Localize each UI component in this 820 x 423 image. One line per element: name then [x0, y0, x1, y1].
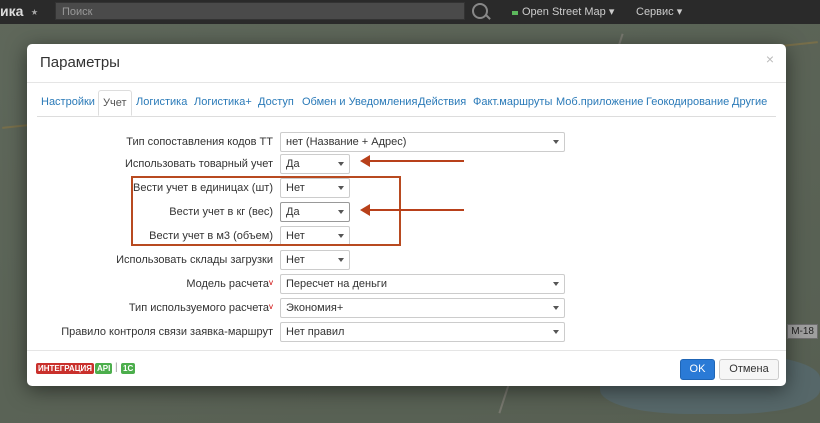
form-row: Модель расчетаv Пересчет на деньги [27, 274, 786, 296]
calculation-type-select[interactable]: Экономия+ [280, 298, 565, 318]
chevron-down-icon [553, 306, 559, 310]
tab-logistics-plus[interactable]: Логистика+ [190, 90, 256, 116]
form-row: Использовать товарный учет Да [27, 154, 786, 176]
required-mark: v [269, 278, 273, 287]
chevron-down-icon [338, 258, 344, 262]
field-label-text: Использовать склады загрузки [116, 254, 273, 266]
ok-button[interactable]: OK [680, 359, 715, 380]
form-row: Правило контроля связи заявка-маршрут Не… [27, 322, 786, 344]
annotation-arrow [360, 155, 464, 167]
dialog-title: Параметры [40, 54, 120, 71]
top-navbar: ика ⭑ Поиск Open Street Map ▾ Сервис ▾ [0, 0, 820, 24]
goods-accounting-select[interactable]: Да [280, 154, 350, 174]
dialog-header: Параметры × [27, 44, 786, 83]
annotation-arrow [360, 204, 464, 216]
tab-mobile-app[interactable]: Моб.приложение [552, 90, 647, 116]
user-menu[interactable] [705, 5, 795, 17]
integration-badge[interactable]: ИНТЕГРАЦИЯ [36, 363, 95, 374]
1c-badge[interactable]: 1C [121, 363, 136, 374]
field-label-text: Использовать товарный учет [124, 158, 273, 170]
field-label: Тип сопоставления кодов ТТ [126, 136, 273, 148]
map-provider-dropdown[interactable]: Open Street Map ▾ [512, 5, 614, 18]
calculation-model-select[interactable]: Пересчет на деньги [280, 274, 565, 294]
select-value: Экономия+ [286, 302, 344, 314]
chevron-down-icon [553, 330, 559, 334]
cancel-button[interactable]: Отмена [719, 359, 779, 380]
close-icon[interactable]: × [766, 51, 774, 67]
chevron-down-icon [553, 140, 559, 144]
field-label-text: Модель расчета [186, 278, 269, 290]
select-value: Нет [286, 254, 305, 266]
tab-geocoding[interactable]: Геокодирование [642, 90, 733, 116]
share-icon[interactable]: ⭑ [31, 4, 38, 20]
route-control-rule-select[interactable]: Нет правил [280, 322, 565, 342]
field-label: Использовать склады загрузки [116, 254, 273, 266]
form-row: Тип используемого расчетаv Экономия+ [27, 298, 786, 320]
tab-settings[interactable]: Настройки [37, 90, 99, 116]
field-label-text: Тип сопоставления кодов ТТ [126, 136, 273, 148]
tab-fact-routes[interactable]: Факт.маршруты [469, 90, 556, 116]
field-label: Модель расчетаv [186, 278, 273, 290]
chevron-down-icon [338, 162, 344, 166]
tab-logistics[interactable]: Логистика [132, 90, 191, 116]
select-value: Нет правил [286, 326, 345, 338]
badge-separator: | [115, 362, 118, 373]
tab-access[interactable]: Доступ [254, 90, 298, 116]
field-label-text: Тип используемого расчета [128, 302, 269, 314]
select-value: Да [286, 158, 300, 170]
dialog-footer: ИНТЕГРАЦИЯ API | 1C OK Отмена [27, 350, 786, 387]
status-indicator [512, 11, 518, 15]
select-value: нет (Название + Адрес) [286, 136, 407, 148]
field-label: Тип используемого расчетаv [129, 302, 273, 314]
tab-actions[interactable]: Действия [414, 90, 470, 116]
loading-warehouses-select[interactable]: Нет [280, 250, 350, 270]
select-value: Пересчет на деньги [286, 278, 387, 290]
field-label-text: Правило контроля связи заявка-маршрут [61, 326, 273, 338]
tab-accounting[interactable]: Учет [98, 90, 132, 116]
api-badge[interactable]: API [95, 363, 113, 374]
required-mark: v [269, 302, 273, 311]
tab-exchange[interactable]: Обмен и Уведомления [298, 90, 421, 116]
map-provider-label: Open Street Map [522, 6, 606, 18]
service-menu-label: Сервис [636, 6, 674, 18]
code-matching-select[interactable]: нет (Название + Адрес) [280, 132, 565, 152]
field-label: Правило контроля связи заявка-маршрут [61, 326, 273, 338]
form-row: Использовать склады загрузки Нет [27, 250, 786, 272]
service-menu[interactable]: Сервис ▾ [636, 5, 682, 18]
app-brand[interactable]: ика [0, 3, 23, 19]
tab-bar: Настройки Учет Логистика Логистика+ Дост… [37, 90, 776, 117]
search-input[interactable]: Поиск [55, 2, 465, 20]
search-icon[interactable] [472, 3, 488, 19]
tab-other[interactable]: Другие [728, 90, 771, 116]
form-row: Тип сопоставления кодов ТТ нет (Название… [27, 132, 786, 154]
chevron-down-icon [553, 282, 559, 286]
field-label: Использовать товарный учет [125, 158, 273, 170]
